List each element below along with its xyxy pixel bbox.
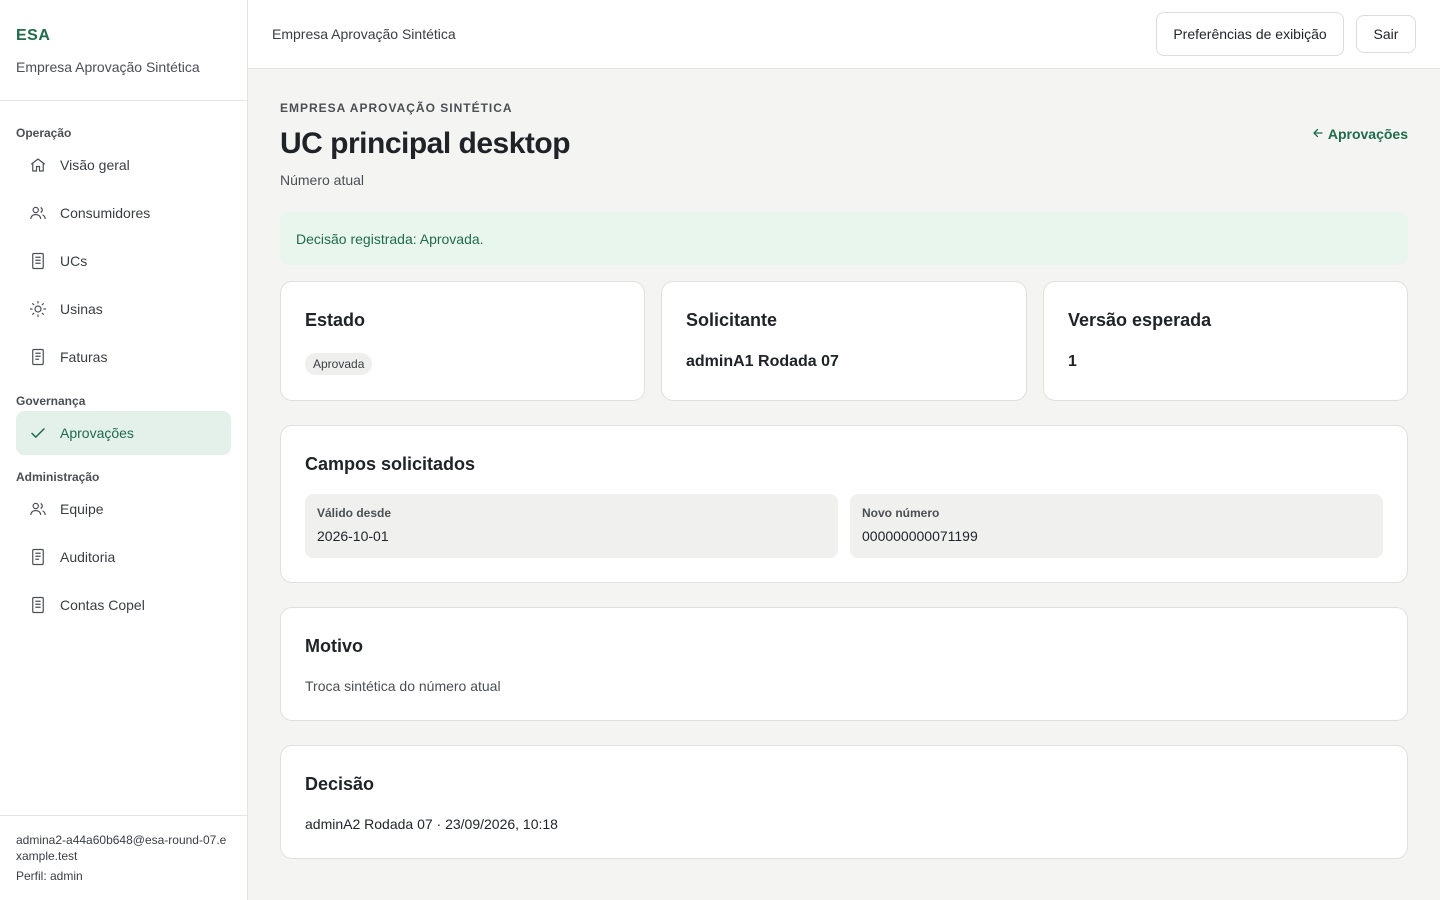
sidebar-item-label: Auditoria — [60, 549, 116, 565]
sidebar-item-aprovacoes[interactable]: Aprovações — [16, 411, 231, 455]
nav-group-title: Administração — [16, 470, 100, 484]
field-label: Novo número — [862, 506, 940, 520]
sidebar-item-consumidores[interactable]: Consumidores — [16, 191, 231, 235]
sidebar-item-ucs[interactable]: UCs — [16, 239, 231, 283]
arrow-left-icon — [1312, 126, 1324, 142]
sidebar-item-label: UCs — [60, 253, 88, 269]
sidebar-nav: Operação Visão geral Consumidores UCs Us… — [0, 101, 247, 627]
requester-title: Solicitante — [686, 310, 778, 330]
brand-name: Empresa Aprovação Sintética — [16, 59, 200, 75]
document-icon — [28, 251, 48, 271]
logout-button[interactable]: Sair — [1356, 15, 1416, 53]
field-value: 2026-10-01 — [317, 528, 389, 544]
state-card: Estado Aprovada — [280, 281, 645, 401]
topbar: Empresa Aprovação Sintética Preferências… — [248, 0, 1440, 69]
users-icon — [28, 203, 48, 223]
nav-group-title: Governança — [16, 394, 86, 408]
sidebar-item-faturas[interactable]: Faturas — [16, 335, 231, 379]
user-role: Perfil: admin — [16, 869, 83, 883]
field-label: Válido desde — [317, 506, 392, 520]
sidebar-item-contas-copel[interactable]: Contas Copel — [16, 583, 231, 627]
sun-icon — [28, 299, 48, 319]
sidebar-item-auditoria[interactable]: Auditoria — [16, 535, 231, 579]
decision-title: Decisão — [305, 774, 375, 794]
topbar-title: Empresa Aprovação Sintética — [272, 26, 456, 42]
back-link-label: Aprovações — [1327, 126, 1408, 142]
nav-group-governanca: Governança Aprovações — [0, 393, 247, 455]
status-badge: Aprovada — [305, 353, 373, 375]
nav-group-title: Operação — [16, 126, 72, 140]
sidebar-item-label: Contas Copel — [60, 597, 145, 613]
requested-fields-title: Campos solicitados — [305, 454, 476, 474]
document-icon — [28, 595, 48, 615]
expected-version-value: 1 — [1068, 353, 1077, 370]
sidebar-item-label: Visão geral — [60, 157, 130, 173]
page-subtitle: Número atual — [280, 172, 365, 188]
nav-group-operacao: Operação Visão geral Consumidores UCs Us… — [0, 125, 247, 379]
brand: ESA Empresa Aprovação Sintética — [0, 0, 247, 101]
page-eyebrow: EMPRESA APROVAÇÃO SINTÉTICA — [280, 101, 513, 115]
users-icon — [28, 499, 48, 519]
requester-card: Solicitante adminA1 Rodada 07 — [661, 281, 1027, 401]
user-email: admina2-a44a60b648@esa-round-07.example.… — [16, 833, 227, 863]
nav-group-administracao: Administração Equipe Auditoria Contas Co… — [0, 469, 247, 627]
file-icon — [28, 347, 48, 367]
sidebar-item-label: Aprovações — [60, 425, 134, 441]
field-value: 000000000071199 — [862, 528, 978, 544]
decision-text: adminA2 Rodada 07 · 23/09/2026, 10:18 — [305, 816, 558, 832]
sidebar-item-visao-geral[interactable]: Visão geral — [16, 143, 231, 187]
expected-version-card: Versão esperada 1 — [1043, 281, 1408, 401]
page-title: UC principal desktop — [280, 127, 571, 160]
decision-card: Decisão adminA2 Rodada 07 · 23/09/2026, … — [280, 745, 1408, 859]
reason-title: Motivo — [305, 636, 363, 656]
check-icon — [28, 423, 48, 443]
sidebar-item-equipe[interactable]: Equipe — [16, 487, 231, 531]
file-icon — [28, 547, 48, 567]
brand-logo[interactable]: ESA — [16, 27, 231, 45]
sidebar-item-usinas[interactable]: Usinas — [16, 287, 231, 331]
reason-text: Troca sintética do número atual — [305, 678, 501, 694]
expected-version-title: Versão esperada — [1068, 310, 1212, 330]
reason-card: Motivo Troca sintética do número atual — [280, 607, 1408, 721]
home-icon — [28, 155, 48, 175]
field-valid-from: Válido desde 2026-10-01 — [305, 494, 838, 558]
user-info: admina2-a44a60b648@esa-round-07.example.… — [0, 815, 247, 900]
requester-value: adminA1 Rodada 07 — [686, 353, 839, 370]
sidebar: ESA Empresa Aprovação Sintética Operação… — [0, 0, 248, 900]
requested-fields-card: Campos solicitados Válido desde 2026-10-… — [280, 425, 1408, 583]
state-title: Estado — [305, 310, 366, 330]
back-to-approvals-link[interactable]: Aprovações — [1312, 126, 1408, 142]
success-alert: Decisão registrada: Aprovada. — [280, 212, 1408, 265]
sidebar-item-label: Consumidores — [60, 205, 151, 221]
field-new-number: Novo número 000000000071199 — [850, 494, 1383, 558]
sidebar-item-label: Faturas — [60, 349, 108, 365]
display-preferences-button[interactable]: Preferências de exibição — [1156, 12, 1344, 56]
sidebar-item-label: Usinas — [60, 301, 103, 317]
sidebar-item-label: Equipe — [60, 501, 104, 517]
